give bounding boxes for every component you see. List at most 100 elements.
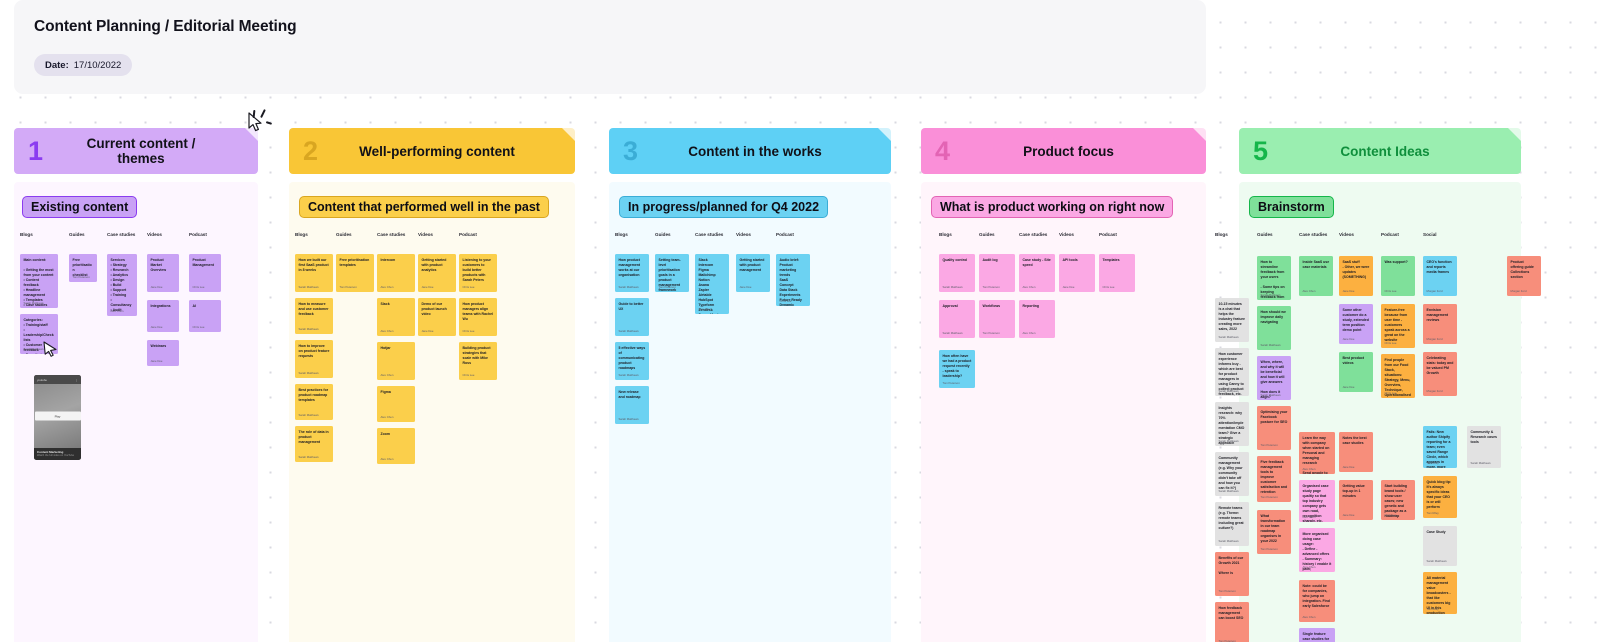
sticky-note[interactable]: How to measure and use customer feedback… bbox=[295, 298, 333, 334]
page-fold-corner-icon bbox=[1193, 128, 1206, 141]
sticky-note[interactable]: Quick blog tip: It's always specific ide… bbox=[1423, 476, 1457, 518]
column-header-1[interactable]: 1 Current content / themes bbox=[14, 128, 258, 174]
page-fold-corner-icon bbox=[878, 128, 891, 141]
column-header-5[interactable]: 5 Content Ideas bbox=[1239, 128, 1521, 174]
sticky-note[interactable]: Templates Chris Lee bbox=[1099, 254, 1135, 292]
sticky-note[interactable]: Integrations Jane Doe bbox=[147, 300, 179, 332]
sticky-note[interactable]: Inside SaaS use case materials Alex Chen bbox=[1299, 256, 1333, 296]
sticky-note[interactable]: Case Study Sarah Matthews bbox=[1423, 526, 1457, 566]
sticky-note[interactable]: 10-15 minutes is a chat that helps the i… bbox=[1215, 298, 1249, 342]
sticky-note[interactable]: Getting started with product management J… bbox=[736, 254, 770, 292]
sticky-note[interactable]: Notes the best case studies Jane Doe bbox=[1339, 432, 1373, 472]
sticky-note[interactable]: Some other customer do a study, extended… bbox=[1339, 304, 1373, 344]
video-play-button[interactable]: Play bbox=[34, 411, 81, 421]
sticky-note[interactable]: Approval Sarah Matthews bbox=[939, 300, 975, 338]
sticky-note-text: Inside SaaS use case materials bbox=[1302, 260, 1331, 269]
sticky-note[interactable]: Reporting Alex Chen bbox=[1019, 300, 1055, 338]
video-embed-card[interactable]: youtube ⋮ Play Content Marketing Watch t… bbox=[34, 375, 81, 460]
sticky-note[interactable]: Community management (e.g. Why your comm… bbox=[1215, 452, 1249, 496]
sticky-note[interactable]: How often have we had a product request … bbox=[939, 350, 975, 388]
sticky-note[interactable]: Getting value top-up in 1 minutes Jane Do… bbox=[1339, 480, 1373, 520]
column-label-chip-1[interactable]: Existing content bbox=[22, 196, 138, 218]
sticky-note[interactable]: Intercom Alex Chen bbox=[377, 254, 415, 292]
sticky-note[interactable]: How should we improve daily navigating Sa… bbox=[1257, 306, 1291, 350]
sticky-note[interactable]: Setting team-level prioritisation goals … bbox=[655, 254, 689, 292]
sticky-note[interactable]: How we built our first SaaS product in 8… bbox=[295, 254, 333, 292]
sticky-note[interactable]: SaaS stuff - Other, we were updates (SOM… bbox=[1339, 256, 1373, 296]
sticky-note[interactable]: 5 effective ways of communicating produc… bbox=[615, 342, 649, 380]
sticky-note[interactable]: How feedback management can boost SEO Tom… bbox=[1215, 602, 1249, 642]
sticky-note[interactable]: Main content: • Getting the most from yo… bbox=[20, 254, 58, 308]
sticky-note[interactable]: Listening to your customers to build bet… bbox=[459, 254, 497, 292]
column-header-4[interactable]: 4 Product focus bbox=[921, 128, 1206, 174]
column-header-2[interactable]: 2 Well-performing content bbox=[289, 128, 575, 174]
sticky-note[interactable]: Figma Alex Chen bbox=[377, 386, 415, 422]
column-label-chip-5[interactable]: Brainstorm bbox=[1249, 196, 1334, 218]
sticky-note[interactable]: Webinars Jane Doe bbox=[147, 340, 179, 366]
sticky-note[interactable]: Free prioritisation templates Tom Peterso… bbox=[336, 254, 374, 292]
sticky-note[interactable]: When, where, and why it will be benefici… bbox=[1257, 356, 1291, 400]
sticky-note[interactable]: Envision management reviews Morgan Ford bbox=[1423, 304, 1457, 344]
sticky-note[interactable]: Guide to better UX Sarah Matthews bbox=[615, 298, 649, 336]
sticky-note[interactable]: Celebrating stats: today and be valued P… bbox=[1423, 352, 1457, 396]
sticky-note[interactable]: AI Chris Lee bbox=[189, 300, 221, 332]
sticky-note[interactable]: Start building brand tools / show user c… bbox=[1381, 480, 1415, 520]
sticky-note[interactable]: Insights research: why 70% attention/imp… bbox=[1215, 402, 1249, 446]
sticky-note-author: Jane Doe bbox=[421, 285, 434, 289]
sticky-note[interactable]: Fails: New author Shipify reporting for … bbox=[1423, 426, 1457, 468]
sticky-note[interactable]: New release and roadmap Sarah Matthews bbox=[615, 386, 649, 424]
sticky-note[interactable]: Case study - Site speed Alex Chen bbox=[1019, 254, 1055, 292]
sticky-note[interactable]: How product management works at our orga… bbox=[615, 254, 649, 292]
sticky-note[interactable]: Product Market Overview Jane Doe bbox=[147, 254, 179, 292]
sticky-note-text: 10-15 minutes is a chat that helps the i… bbox=[1218, 302, 1246, 331]
sticky-note[interactable]: Find people from our Food Stack, situati… bbox=[1381, 354, 1415, 398]
sticky-note[interactable]: Remote teams (e.g. Theme: remote teams i… bbox=[1215, 502, 1249, 546]
sticky-note[interactable]: Note: could be for companies, who jump o… bbox=[1299, 580, 1335, 622]
sticky-note[interactable]: Audit log Tom Peterson bbox=[979, 254, 1015, 292]
sub-column-label: Blogs bbox=[295, 232, 308, 237]
column-label-chip-2[interactable]: Content that performed well in the past bbox=[299, 196, 549, 218]
sticky-note[interactable]: Slack Alex Chen bbox=[377, 298, 415, 336]
sticky-note[interactable]: Building product strategies that scale w… bbox=[459, 342, 497, 380]
column-label-chip-4[interactable]: What is product working on right now bbox=[931, 196, 1174, 218]
sticky-note[interactable]: How product managers align teams with Ra… bbox=[459, 298, 497, 336]
sticky-note[interactable]: Five feedback management tools to improv… bbox=[1257, 456, 1291, 502]
sticky-note[interactable]: What transformation in our team roadmap … bbox=[1257, 510, 1291, 554]
column-label-chip-3[interactable]: In progress/planned for Q4 2022 bbox=[619, 196, 829, 218]
sticky-note[interactable]: Optimising your Facebook posture for SEO… bbox=[1257, 406, 1291, 450]
whiteboard-canvas[interactable]: Content Planning / Editorial Meeting Dat… bbox=[0, 0, 1600, 642]
sticky-note[interactable]: How customer experience informs buy - wh… bbox=[1215, 348, 1249, 396]
sticky-note[interactable]: How to improve on product feature reques… bbox=[295, 340, 333, 378]
sticky-note[interactable]: Slack Intercom Figma Mailchimp Notion As… bbox=[695, 254, 729, 314]
sticky-note[interactable]: Community & Research cases tools Sarah Ma… bbox=[1467, 426, 1501, 468]
sticky-note[interactable]: Organised case study page quality so tha… bbox=[1299, 480, 1335, 522]
sticky-note[interactable]: Benefits of our Growth 2021 Where is Tom … bbox=[1215, 552, 1249, 596]
sticky-note[interactable]: Services • Strategy • Research • Analyti… bbox=[107, 254, 137, 316]
sticky-note[interactable]: Audio brief: Product marketing trends Sa… bbox=[776, 254, 810, 306]
video-thumbnail[interactable]: Play bbox=[34, 384, 81, 448]
sticky-note[interactable]: Workflows Tom Peterson bbox=[979, 300, 1015, 338]
sticky-note[interactable]: Demo of our product launch video Jane Doe bbox=[418, 298, 456, 336]
sticky-note[interactable]: Single feature case studies for both mod… bbox=[1299, 628, 1335, 642]
sticky-note[interactable]: API tools Jane Doe bbox=[1059, 254, 1095, 292]
sticky-note[interactable]: Hotjar Alex Chen bbox=[377, 342, 415, 380]
sticky-note[interactable]: All material management value broadcaste… bbox=[1423, 572, 1457, 614]
sticky-note[interactable]: Feature-free because from user time - cu… bbox=[1381, 304, 1415, 348]
sticky-note[interactable]: Best practices for product roadmap templ… bbox=[295, 384, 333, 420]
sticky-note[interactable]: How to streamline feedback from your use… bbox=[1257, 256, 1291, 300]
sticky-note[interactable]: Best product videos Jane Doe bbox=[1339, 352, 1373, 392]
sticky-note[interactable]: Product offering guide Collections secti… bbox=[1507, 256, 1541, 296]
sticky-note[interactable]: Was support? Chris Lee bbox=[1381, 256, 1415, 296]
sticky-note[interactable]: Learn the way with company when started … bbox=[1299, 432, 1335, 474]
sticky-note[interactable]: Zoom Alex Chen bbox=[377, 428, 415, 464]
sticky-note[interactable]: Getting started with product analytics Ja… bbox=[418, 254, 456, 292]
column-header-3[interactable]: 3 Content in the works bbox=[609, 128, 891, 174]
sticky-note[interactable]: The role of data in product management Sa… bbox=[295, 426, 333, 462]
sticky-note[interactable]: Quality control Sarah Matthews bbox=[939, 254, 975, 292]
sticky-note[interactable]: Free prioritisation checklist Tom Peterso… bbox=[69, 254, 97, 282]
sticky-note[interactable]: More organised doing case usage: - Defin… bbox=[1299, 528, 1335, 572]
sticky-note[interactable]: Product Management Chris Lee bbox=[189, 254, 221, 292]
video-menu-icon[interactable]: ⋮ bbox=[75, 378, 78, 382]
video-card-bar: youtube ⋮ bbox=[34, 375, 81, 384]
sticky-note[interactable]: CEO's function and reports media frames M… bbox=[1423, 256, 1457, 296]
